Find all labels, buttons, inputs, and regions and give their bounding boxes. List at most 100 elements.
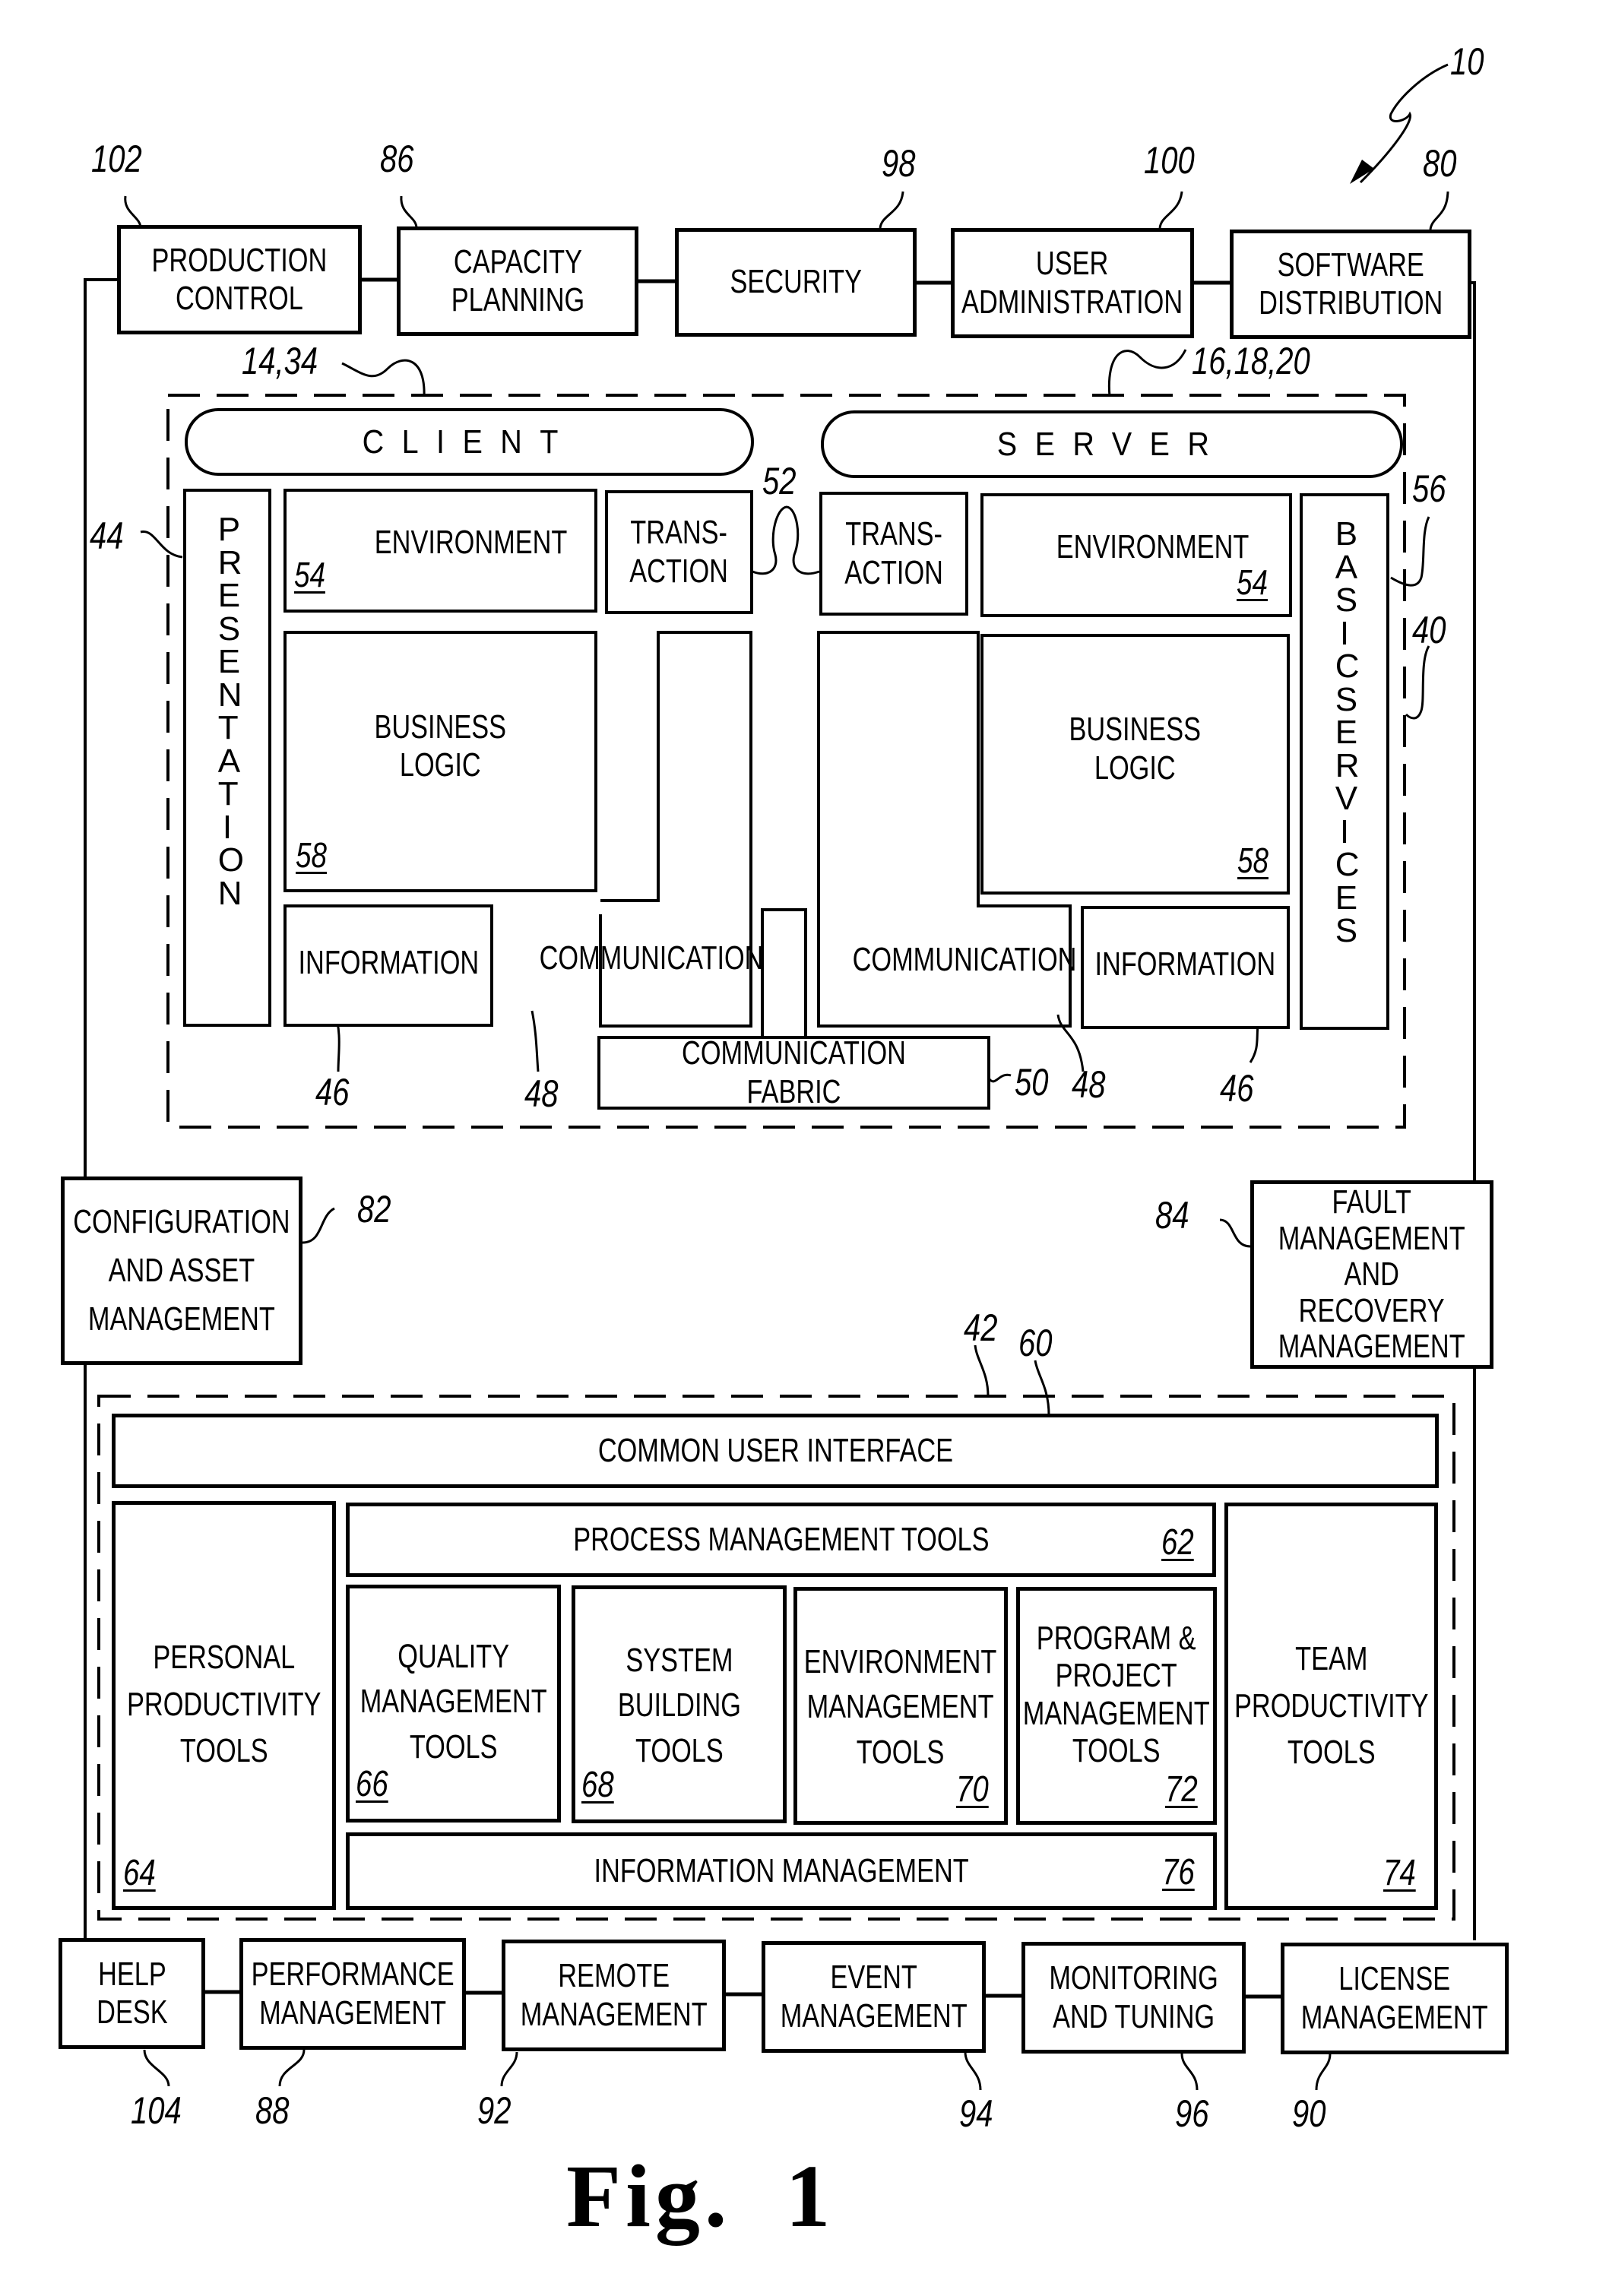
server-communication-label: COMMUNICATION bbox=[852, 941, 1077, 978]
leader-102 bbox=[124, 195, 142, 229]
ref-82: 82 bbox=[357, 1188, 391, 1230]
leader-82 bbox=[302, 1207, 335, 1244]
leader-44 bbox=[140, 530, 183, 559]
ref-58-client: 58 bbox=[296, 835, 327, 875]
leader-92 bbox=[500, 2051, 518, 2087]
ref-48-server: 48 bbox=[1072, 1063, 1106, 1106]
ref-40: 40 bbox=[1412, 609, 1446, 651]
leader-80 bbox=[1429, 191, 1449, 230]
security-box: SECURITY bbox=[675, 228, 917, 337]
presentation-box: PRESENTATION bbox=[183, 489, 271, 1027]
ref-76: 76 bbox=[1161, 1852, 1195, 1892]
ref-80: 80 bbox=[1423, 142, 1457, 185]
server-transaction-box: TRANS- ACTION bbox=[819, 492, 968, 616]
system-building-tools-box: SYSTEM BUILDING TOOLS 68 bbox=[572, 1585, 787, 1823]
ref-104: 104 bbox=[131, 2089, 182, 2132]
outer-frame-right bbox=[1471, 281, 1476, 1940]
ref-62: 62 bbox=[1161, 1522, 1194, 1563]
client-transaction-box: TRANS- ACTION bbox=[605, 490, 753, 614]
leader-96 bbox=[1180, 2053, 1199, 2091]
client-communication-label: COMMUNICATION bbox=[539, 939, 764, 977]
ref-56: 56 bbox=[1412, 467, 1446, 510]
ref-70: 70 bbox=[955, 1769, 989, 1810]
environment-management-tools-box: ENVIRONMENT MANAGEMENT TOOLS 70 bbox=[793, 1587, 1008, 1825]
leader-88 bbox=[278, 2049, 306, 2087]
ref-42: 42 bbox=[964, 1306, 998, 1349]
ref-54-server: 54 bbox=[1236, 562, 1268, 602]
leader-94 bbox=[964, 2051, 982, 2091]
ref-68: 68 bbox=[581, 1765, 614, 1805]
leader-98 bbox=[879, 191, 904, 229]
ref-48-client: 48 bbox=[524, 1072, 559, 1115]
personal-productivity-tools-box: PERSONAL PRODUCTIVITY TOOLS 64 bbox=[112, 1501, 336, 1910]
client-information-box: INFORMATION bbox=[283, 904, 493, 1027]
ref-10: 10 bbox=[1450, 40, 1484, 83]
ref-92: 92 bbox=[477, 2089, 512, 2132]
event-management-box: EVENT MANAGEMENT bbox=[762, 1941, 986, 2053]
capacity-planning-box: CAPACITY PLANNING bbox=[397, 226, 638, 336]
remote-management-box: REMOTE MANAGEMENT bbox=[502, 1940, 726, 2051]
basic-services-box: BASICSERVICES bbox=[1300, 493, 1389, 1030]
ref-90: 90 bbox=[1292, 2092, 1326, 2135]
monitoring-tuning-box: MONITORING AND TUNING bbox=[1021, 1942, 1246, 2054]
process-management-tools-box: PROCESS MANAGEMENT TOOLS 62 bbox=[346, 1503, 1216, 1577]
software-distribution-box: SOFTWARE DISTRIBUTION bbox=[1230, 230, 1471, 339]
ref-74: 74 bbox=[1383, 1853, 1416, 1893]
ref-98: 98 bbox=[882, 142, 916, 185]
server-environment-box: ENVIRONMENT 54 bbox=[980, 493, 1292, 617]
ref-60: 60 bbox=[1018, 1322, 1053, 1364]
production-control-box: PRODUCTION CONTROL bbox=[117, 225, 362, 334]
license-management-box: LICENSE MANAGEMENT bbox=[1281, 1943, 1509, 2054]
program-project-management-tools-box: PROGRAM & PROJECT MANAGEMENT TOOLS 72 bbox=[1016, 1587, 1217, 1825]
client-business-logic-box: BUSINESS LOGIC 58 bbox=[283, 631, 597, 892]
server-information-box: INFORMATION bbox=[1081, 906, 1290, 1029]
performance-management-box: PERFORMANCE MANAGEMENT bbox=[239, 1938, 466, 2050]
ref-84: 84 bbox=[1155, 1194, 1189, 1237]
fault-recovery-management-box: FAULT MANAGEMENT AND RECOVERY MANAGEMENT bbox=[1250, 1180, 1493, 1369]
communication-fabric-box: COMMUNICATION FABRIC bbox=[597, 1034, 990, 1110]
ref-52: 52 bbox=[762, 460, 797, 502]
ref-64: 64 bbox=[123, 1853, 156, 1893]
leader-90 bbox=[1315, 2053, 1332, 2091]
server-business-logic-box: BUSINESS LOGIC 58 bbox=[980, 634, 1290, 895]
ref-86: 86 bbox=[380, 138, 414, 180]
ref-72: 72 bbox=[1164, 1769, 1198, 1810]
fabric-stem bbox=[761, 908, 807, 1037]
ref-88: 88 bbox=[255, 2089, 290, 2132]
help-desk-box: HELP DESK bbox=[59, 1938, 205, 2049]
client-communication-label-wrap: COMMUNICATION bbox=[508, 939, 764, 977]
ref-14-34: 14,34 bbox=[242, 340, 318, 382]
leader-100 bbox=[1158, 191, 1183, 229]
ref-54-client: 54 bbox=[294, 555, 325, 594]
leader-14-34 bbox=[341, 359, 426, 397]
server-header: SERVER bbox=[821, 410, 1403, 478]
leader-50 bbox=[988, 1073, 1012, 1083]
ref-46-client: 46 bbox=[315, 1071, 350, 1113]
ref-44: 44 bbox=[90, 515, 124, 557]
figure-caption: Fig. 1 bbox=[566, 2146, 835, 2246]
leader-48-left bbox=[531, 1010, 540, 1072]
ref-46-server: 46 bbox=[1220, 1067, 1254, 1110]
leader-84 bbox=[1219, 1218, 1251, 1248]
leader-86 bbox=[400, 195, 418, 229]
ref-50: 50 bbox=[1015, 1061, 1049, 1104]
leader-16-18-20 bbox=[1107, 349, 1187, 397]
ref-16-18-20: 16,18,20 bbox=[1192, 340, 1310, 382]
client-header: CLIENT bbox=[185, 408, 754, 476]
ref-94: 94 bbox=[959, 2092, 993, 2135]
client-environment-box: ENVIRONMENT 54 bbox=[283, 489, 597, 613]
ref-58-server: 58 bbox=[1237, 841, 1269, 880]
common-user-interface-box: COMMON USER INTERFACE bbox=[112, 1414, 1439, 1488]
leader-56 bbox=[1390, 516, 1430, 587]
ref-100: 100 bbox=[1144, 139, 1195, 182]
ref-96: 96 bbox=[1175, 2092, 1209, 2135]
leader-60 bbox=[1034, 1360, 1050, 1416]
configuration-asset-management-box: CONFIGURATION AND ASSET MANAGEMENT bbox=[61, 1177, 302, 1365]
leader-40 bbox=[1405, 645, 1430, 720]
user-administration-box: USER ADMINISTRATION bbox=[951, 228, 1194, 338]
ref-102: 102 bbox=[91, 138, 142, 180]
leader-42 bbox=[974, 1344, 990, 1397]
quality-management-tools-box: QUALITY MANAGEMENT TOOLS 66 bbox=[346, 1585, 561, 1823]
ref-66: 66 bbox=[356, 1764, 388, 1804]
information-management-box: INFORMATION MANAGEMENT 76 bbox=[346, 1832, 1217, 1910]
